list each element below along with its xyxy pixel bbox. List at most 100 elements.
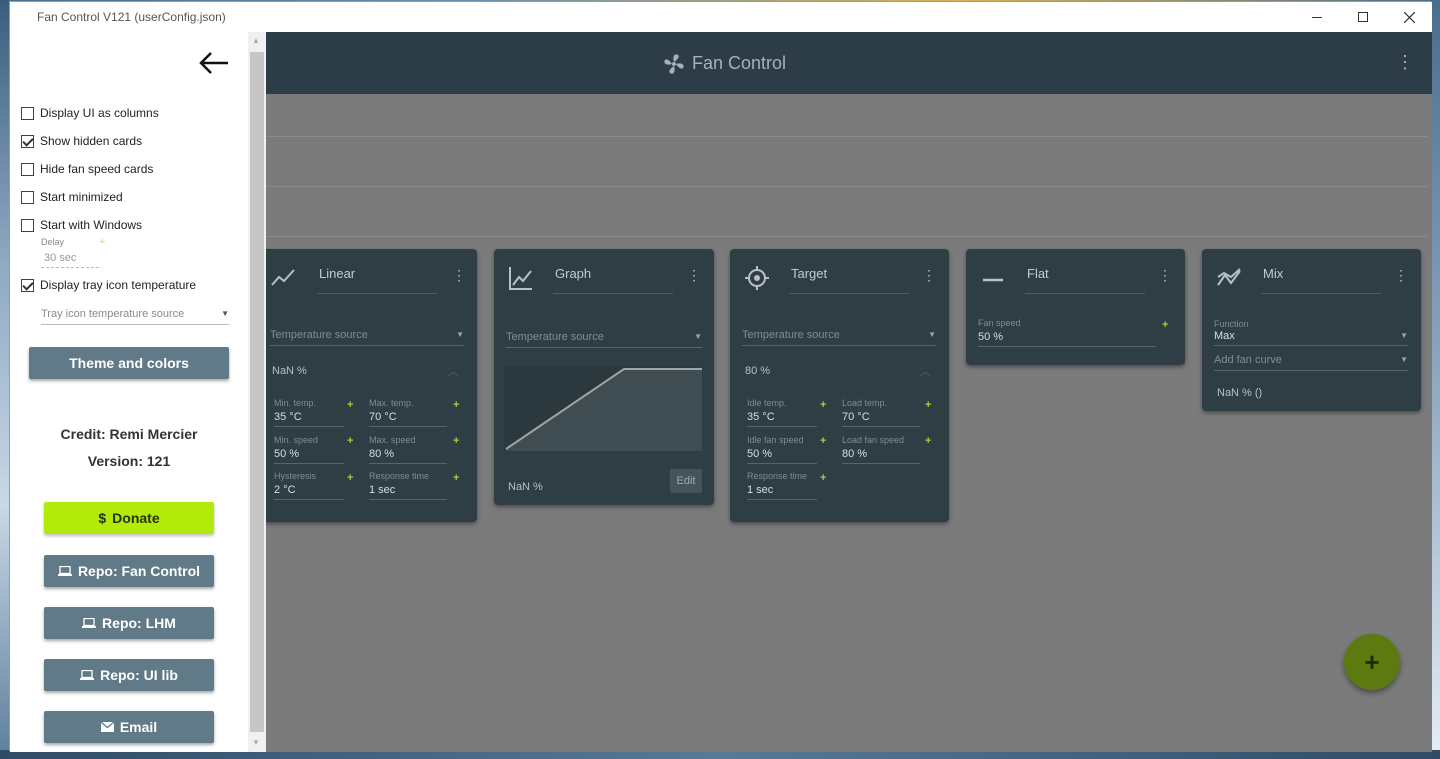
temperature-source-select[interactable]: Temperature source ▼ xyxy=(270,329,464,346)
field-value: 35 °C xyxy=(747,411,817,427)
card-title: Target xyxy=(791,266,828,281)
field-label: Min. speed xyxy=(274,435,319,445)
checkbox-display-tray-temperature[interactable]: Display tray icon temperature xyxy=(21,278,196,292)
email-button[interactable]: Email xyxy=(44,711,214,743)
field-label: Max. temp. xyxy=(369,398,414,408)
plus-icon[interactable]: + xyxy=(925,435,931,447)
minimize-button[interactable] xyxy=(1294,2,1340,32)
field-value: 2 °C xyxy=(274,484,344,500)
hysteresis-field[interactable]: Hysteresis 2 °C xyxy=(274,471,344,500)
checkbox-label: Start minimized xyxy=(40,190,123,204)
laptop-icon xyxy=(57,566,72,576)
card-menu-icon[interactable]: ⋮ xyxy=(922,267,936,284)
checkbox-checked[interactable] xyxy=(21,278,34,292)
scroll-down-icon[interactable]: ▼ xyxy=(252,738,260,747)
checkbox[interactable] xyxy=(21,218,34,232)
plus-icon[interactable]: + xyxy=(1162,319,1168,331)
title-underline xyxy=(317,293,437,294)
min-temp-field[interactable]: Min. temp. 35 °C xyxy=(274,398,344,427)
chevron-up-icon[interactable]: ︿ xyxy=(920,363,931,379)
theme-and-colors-button[interactable]: Theme and colors xyxy=(29,347,229,379)
close-button[interactable] xyxy=(1386,2,1432,32)
edit-button[interactable]: Edit xyxy=(670,469,702,493)
plus-icon[interactable]: + xyxy=(453,399,459,411)
add-fan-curve-select[interactable]: Add fan curve ▼ xyxy=(1214,354,1408,371)
min-speed-field[interactable]: Min. speed 50 % xyxy=(274,435,344,464)
app-title: Fan Control xyxy=(692,53,787,73)
desktop-background-left xyxy=(0,0,9,759)
mix-curve-icon xyxy=(1217,268,1241,286)
donate-button[interactable]: $ Donate xyxy=(44,502,214,534)
scrollbar-thumb[interactable] xyxy=(250,52,264,732)
laptop-icon xyxy=(80,670,95,680)
title-underline xyxy=(1261,293,1381,294)
chevron-up-icon[interactable]: ︿ xyxy=(448,363,459,379)
envelope-icon xyxy=(100,722,114,732)
plus-icon[interactable]: + xyxy=(347,472,353,484)
temperature-source-select[interactable]: Temperature source ▼ xyxy=(742,329,936,346)
repo-lhm-button[interactable]: Repo: LHM xyxy=(44,607,214,639)
plus-icon[interactable]: + xyxy=(820,435,826,447)
title-bar: Fan Control V121 (userConfig.json) xyxy=(10,2,1432,32)
field-value: 1 sec xyxy=(747,484,817,500)
checkbox-show-hidden-cards[interactable]: Show hidden cards xyxy=(21,134,142,148)
card-menu-icon[interactable]: ⋮ xyxy=(1158,267,1172,284)
max-temp-field[interactable]: Max. temp. 70 °C xyxy=(369,398,447,427)
maximize-button[interactable] xyxy=(1340,2,1386,32)
checkbox-hide-fan-speed-cards[interactable]: Hide fan speed cards xyxy=(21,162,153,176)
field-value: Max ▼ xyxy=(1214,330,1408,346)
plus-icon[interactable]: + xyxy=(925,399,931,411)
scroll-up-icon[interactable]: ▲ xyxy=(252,36,260,45)
button-label: Donate xyxy=(112,510,160,526)
repo-ui-lib-button[interactable]: Repo: UI lib xyxy=(44,659,214,691)
temperature-source-select[interactable]: Temperature source ▼ xyxy=(506,331,702,348)
checkbox[interactable] xyxy=(21,106,34,120)
button-label: Repo: LHM xyxy=(102,615,176,631)
checkbox-display-ui-columns[interactable]: Display UI as columns xyxy=(21,106,159,120)
card-menu-icon[interactable]: ⋮ xyxy=(1394,267,1408,284)
response-time-field[interactable]: Response time 1 sec xyxy=(369,471,447,500)
fan-curve-graph[interactable] xyxy=(504,367,702,451)
plus-icon[interactable]: + xyxy=(820,472,826,484)
field-value: 80 % xyxy=(369,448,447,464)
load-fan-speed-field[interactable]: Load fan speed 80 % xyxy=(842,435,920,464)
app-window: Fan Control V121 (userConfig.json) Fan C… xyxy=(9,1,1432,752)
field-value: 1 sec xyxy=(369,484,447,500)
button-label: Email xyxy=(119,719,158,735)
plus-icon[interactable]: + xyxy=(347,435,353,447)
select-placeholder: Temperature source xyxy=(506,331,604,343)
tray-icon-temperature-source-select[interactable]: Tray icon temperature source ▼ xyxy=(41,308,229,325)
fan-speed-field[interactable]: Fan speed 50 % xyxy=(978,318,1156,347)
back-arrow-icon[interactable] xyxy=(198,50,230,76)
plus-icon[interactable]: + xyxy=(453,472,459,484)
field-label: Response time xyxy=(747,471,808,481)
card-menu-icon[interactable]: ⋮ xyxy=(687,267,701,284)
function-select[interactable]: Function Max ▼ xyxy=(1214,319,1408,346)
plus-icon[interactable]: + xyxy=(347,399,353,411)
field-label: Idle temp. xyxy=(747,398,787,408)
checkbox-start-minimized[interactable]: Start minimized xyxy=(21,190,123,204)
add-card-button[interactable]: + xyxy=(1344,634,1400,690)
checkbox[interactable] xyxy=(21,190,34,204)
idle-fan-speed-field[interactable]: Idle fan speed 50 % xyxy=(747,435,817,464)
card-menu-icon[interactable]: ⋮ xyxy=(452,267,466,284)
max-speed-field[interactable]: Max. speed 80 % xyxy=(369,435,447,464)
field-value: 80 % xyxy=(842,448,920,464)
load-temp-field[interactable]: Load temp. 70 °C xyxy=(842,398,920,427)
plus-icon[interactable]: + xyxy=(820,399,826,411)
checkbox[interactable] xyxy=(21,162,34,176)
graph-card: Graph ⋮ Temperature source ▼ NaN % Edit xyxy=(494,249,714,505)
card-title: Linear xyxy=(319,266,356,281)
idle-temp-field[interactable]: Idle temp. 35 °C xyxy=(747,398,817,427)
checkbox-checked[interactable] xyxy=(21,134,34,148)
checkbox-label: Hide fan speed cards xyxy=(40,162,154,176)
caret-down-icon: ▼ xyxy=(928,330,936,339)
checkbox-start-with-windows[interactable]: Start with Windows xyxy=(21,218,142,232)
response-time-field[interactable]: Response time 1 sec xyxy=(747,471,817,500)
more-menu-icon[interactable]: ⋮ xyxy=(1396,52,1414,73)
plus-icon[interactable]: + xyxy=(453,435,459,447)
selected-value: Max xyxy=(1214,330,1235,342)
repo-fan-control-button[interactable]: Repo: Fan Control xyxy=(44,555,214,587)
field-value: 35 °C xyxy=(274,411,344,427)
field-value: 70 °C xyxy=(369,411,447,427)
